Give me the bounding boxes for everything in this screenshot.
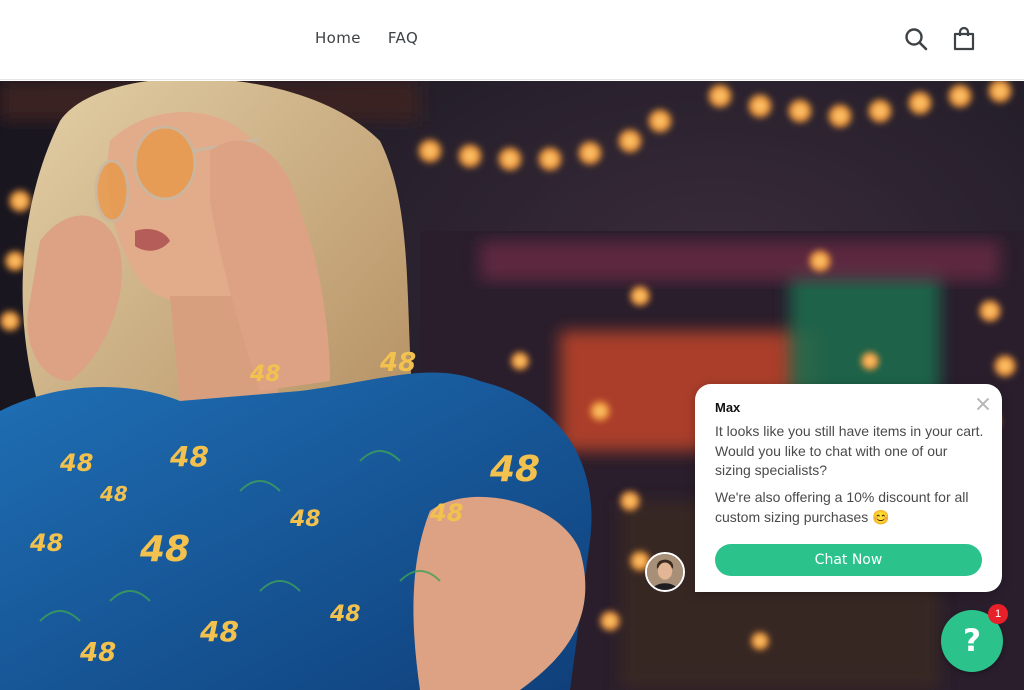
svg-text:48: 48 <box>489 449 540 490</box>
svg-text:48: 48 <box>99 482 128 506</box>
svg-text:48: 48 <box>29 529 63 557</box>
svg-text:48: 48 <box>329 602 361 627</box>
svg-text:48: 48 <box>59 449 93 477</box>
search-icon[interactable] <box>903 26 929 52</box>
close-icon[interactable] <box>976 397 990 411</box>
svg-text:48: 48 <box>79 638 116 668</box>
chat-message-discount: We're also offering a 10% discount for a… <box>715 489 969 525</box>
svg-text:48: 48 <box>429 499 463 527</box>
nav-link-faq[interactable]: FAQ <box>388 29 418 47</box>
chat-now-button[interactable]: Chat Now <box>715 544 982 576</box>
nav-link-home[interactable]: Home <box>315 29 361 47</box>
svg-text:48: 48 <box>199 615 239 648</box>
agent-name: Max <box>715 400 741 415</box>
svg-text:48: 48 <box>249 362 281 387</box>
svg-text:48: 48 <box>169 440 209 473</box>
notification-badge: 1 <box>988 604 1008 624</box>
site-header: Home FAQ <box>0 0 1024 80</box>
cart-icon[interactable] <box>951 26 977 52</box>
svg-text:48: 48 <box>289 507 321 532</box>
agent-avatar <box>645 552 685 592</box>
svg-text:48: 48 <box>139 529 190 570</box>
svg-text:48: 48 <box>379 348 416 378</box>
chat-popup: Max It looks like you still have items i… <box>695 384 1002 592</box>
chat-message-cart: It looks like you still have items in yo… <box>715 423 984 478</box>
main-nav: Home FAQ <box>315 29 418 47</box>
